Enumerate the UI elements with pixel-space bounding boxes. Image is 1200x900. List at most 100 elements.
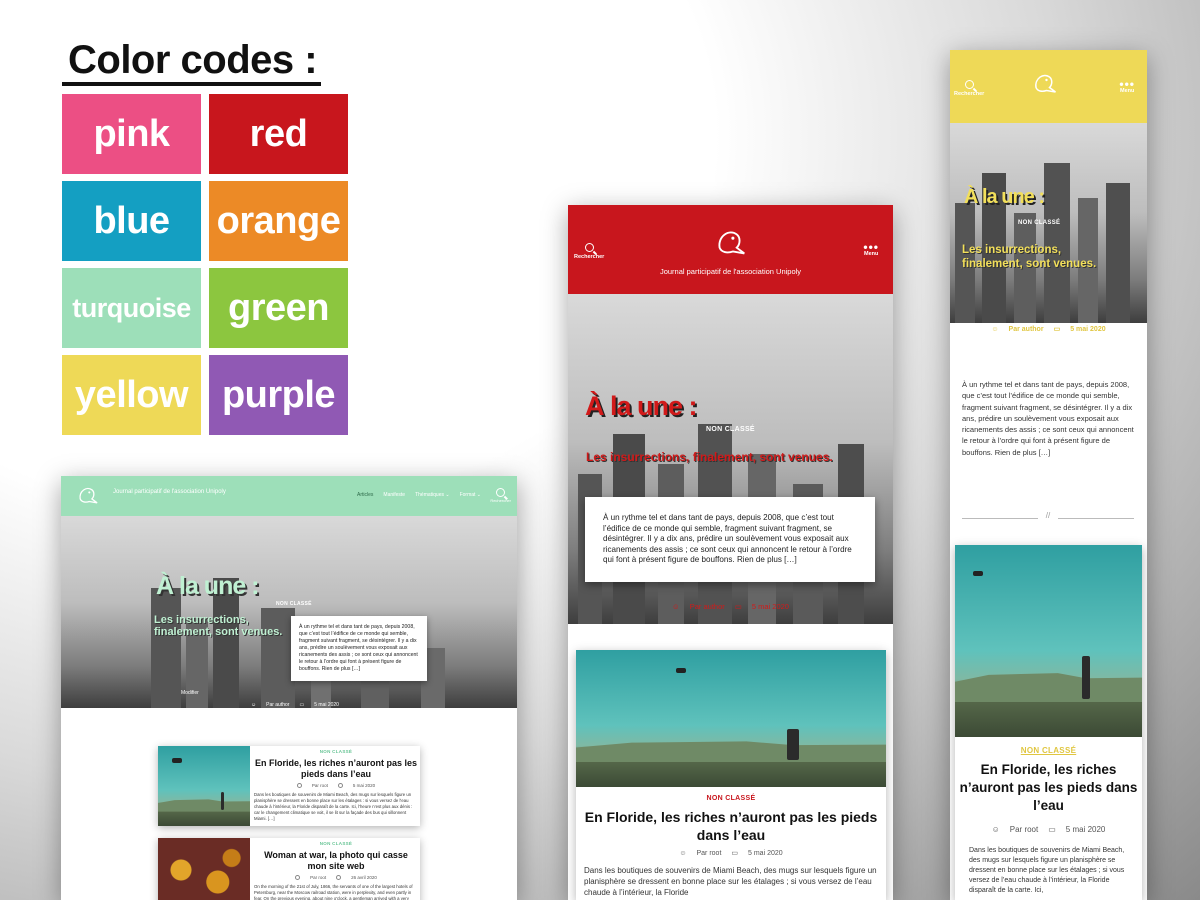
hero-date: 5 mai 2020	[1070, 325, 1106, 333]
hero-meta: ☺ Par author ▭ 5 mai 2020	[251, 702, 339, 708]
post-date: 26 avril 2020	[351, 875, 377, 880]
post-card[interactable]: NON CLASSÉ En Floride, les riches n’auro…	[158, 746, 420, 826]
post-date: 5 mai 2020	[748, 849, 783, 857]
post-thumbnail[interactable]	[158, 838, 250, 900]
swatch-label: orange	[216, 199, 341, 242]
post-excerpt: Dans les boutiques de souvenirs de Miami…	[254, 792, 413, 821]
nav-item-manifeste[interactable]: Manifeste	[383, 492, 405, 498]
site-tagline: Journal participatif de l'association Un…	[659, 267, 802, 276]
duck-logo-icon[interactable]	[710, 223, 752, 261]
color-codes-legend: Color codes : pink red blue orange turqu…	[62, 38, 348, 435]
post-card[interactable]: NON CLASSÉ En Floride, les riches n’auro…	[955, 545, 1142, 900]
search-button[interactable]: Rechercher	[490, 488, 511, 503]
author-icon: ☺	[672, 602, 680, 611]
hero-author[interactable]: Par author	[690, 602, 725, 611]
author-icon	[296, 783, 302, 788]
swatch-turquoise: turquoise	[62, 268, 201, 348]
swatch-label: blue	[93, 199, 170, 242]
mobile-mockup: Rechercher ••• Menu À la une : NON CLASS…	[950, 50, 1147, 900]
hero-title: À la une :	[585, 391, 698, 421]
search-icon	[584, 243, 594, 252]
search-icon	[496, 488, 506, 497]
hero-date: 5 mai 2020	[314, 702, 339, 708]
author-icon: ☺	[991, 325, 999, 333]
menu-label: Menu	[864, 251, 879, 257]
swatch-label: turquoise	[72, 292, 191, 323]
search-label: Rechercher	[574, 254, 605, 260]
search-icon	[964, 80, 974, 89]
menu-dots-icon: •••	[863, 240, 879, 254]
calendar-icon: ▭	[731, 850, 739, 857]
site-header: Journal participatif de l'association Un…	[61, 476, 517, 516]
hero-headline[interactable]: Les insurrections, finalement, sont venu…	[586, 451, 836, 464]
legend-title: Color codes :	[62, 38, 322, 86]
author-icon: ☺	[251, 702, 257, 708]
author-icon: ☺	[679, 849, 687, 857]
post-thumbnail[interactable]	[158, 746, 250, 826]
swatch-label: pink	[93, 112, 170, 155]
post-author[interactable]: Par root	[1010, 825, 1038, 834]
site-header: Rechercher ••• Menu	[950, 50, 1147, 123]
author-icon: ☺	[991, 825, 1000, 834]
desktop-mockup: Journal participatif de l'association Un…	[61, 476, 517, 900]
swatch-orange: orange	[209, 181, 348, 261]
hero-meta: ☺ Par author ▭ 5 mai 2020	[950, 325, 1147, 334]
swatch-grid: pink red blue orange turquoise green yel…	[62, 94, 348, 435]
post-title[interactable]: Woman at war, la photo qui casse mon sit…	[254, 850, 418, 872]
hero-author[interactable]: Par author	[266, 702, 289, 708]
post-excerpt: Dans les boutiques de souvenirs de Miami…	[584, 866, 877, 897]
nav-item-thematiques[interactable]: Thématiques ⌄	[415, 492, 449, 498]
hero-excerpt: À un rythme tel et dans tant de pays, de…	[585, 497, 875, 582]
swatch-pink: pink	[62, 94, 201, 174]
search-button[interactable]: Rechercher	[954, 80, 984, 97]
swatch-yellow: yellow	[62, 355, 201, 435]
post-author[interactable]: Par root	[696, 850, 721, 857]
swatch-red: red	[209, 94, 348, 174]
hero-headline[interactable]: Les insurrections, finalement, sont venu…	[154, 614, 304, 638]
menu-button[interactable]: ••• Menu	[863, 240, 879, 257]
post-title[interactable]: En Floride, les riches n’auront pas les …	[955, 761, 1142, 815]
post-category[interactable]: NON CLASSÉ	[576, 795, 886, 802]
hero-author[interactable]: Par author	[1009, 326, 1044, 333]
search-label: Rechercher	[954, 91, 985, 97]
site-tagline: Journal participatif de l'association Un…	[113, 489, 226, 495]
tablet-mockup: Rechercher Journal participatif de l'ass…	[568, 205, 893, 900]
swatch-blue: blue	[62, 181, 201, 261]
calendar-icon: ▭	[734, 602, 742, 611]
duck-logo-icon[interactable]	[75, 482, 101, 508]
post-card[interactable]: NON CLASSÉ En Floride, les riches n’auro…	[576, 650, 886, 900]
hero-edit-link[interactable]: Modifier	[181, 690, 199, 696]
post-date: 5 mai 2020	[352, 783, 376, 788]
hero-category[interactable]: NON CLASSÉ	[276, 601, 312, 607]
post-author[interactable]: Par root	[312, 783, 328, 788]
hero-image	[61, 516, 517, 708]
post-author[interactable]: Par root	[310, 875, 326, 880]
swatch-label: red	[249, 112, 308, 155]
hero-headline[interactable]: Les insurrections, finalement, sont venu…	[962, 243, 1112, 271]
search-button[interactable]: Rechercher	[574, 243, 604, 260]
post-category[interactable]: NON CLASSÉ	[254, 841, 418, 846]
hero-category[interactable]: NON CLASSÉ	[1018, 220, 1060, 226]
nav-item-format[interactable]: Format ⌄	[460, 492, 481, 498]
post-category[interactable]: NON CLASSÉ	[955, 746, 1142, 755]
post-excerpt: On the morning of the 21st of July, 1866…	[254, 884, 413, 900]
hero-date: 5 mai 2020	[751, 602, 789, 611]
post-category[interactable]: NON CLASSÉ	[254, 749, 418, 754]
hero-category[interactable]: NON CLASSÉ	[706, 426, 755, 433]
menu-button[interactable]: ••• Menu	[1119, 77, 1135, 94]
hero-title: À la une :	[156, 572, 260, 600]
nav-item-articles[interactable]: Articles	[357, 492, 373, 498]
post-title[interactable]: En Floride, les riches n’auront pas les …	[254, 758, 418, 780]
post-title[interactable]: En Floride, les riches n’auront pas les …	[576, 808, 886, 844]
primary-nav: Articles Manifeste Thématiques ⌄ Format …	[357, 492, 481, 498]
post-image[interactable]	[955, 545, 1142, 737]
post-card[interactable]: NON CLASSÉ Woman at war, la photo qui ca…	[158, 838, 420, 900]
hero-title: À la une :	[964, 186, 1045, 208]
calendar-icon: ▭	[1053, 326, 1061, 333]
duck-logo-icon[interactable]	[1030, 68, 1060, 98]
post-excerpt: Dans les boutiques de souvenirs de Miami…	[969, 847, 1125, 894]
post-image[interactable]	[576, 650, 886, 787]
menu-dots-icon: •••	[1119, 77, 1135, 91]
swatch-purple: purple	[209, 355, 348, 435]
calendar-icon: ▭	[1048, 825, 1056, 834]
